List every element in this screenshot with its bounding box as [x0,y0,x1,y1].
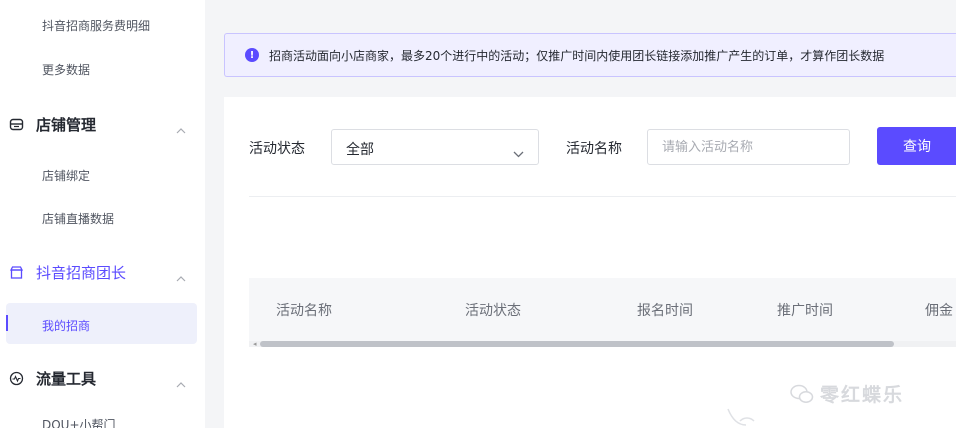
watermark: 零红蝶乐 [790,380,904,407]
sidebar-group-label: 抖音招商团长 [36,263,127,282]
sidebar-group-store-management[interactable]: 店铺管理 [6,110,196,138]
sidebar-item-service-fee-detail[interactable]: 抖音招商服务费明细 [42,17,150,34]
sidebar-item-store-live-data[interactable]: 店铺直播数据 [42,210,114,227]
sidebar-item-my-recruit-label: 我的招商 [42,319,91,333]
pulse-icon [8,370,24,386]
sidebar-group-label: 流量工具 [36,369,97,388]
scroll-left-icon[interactable]: ◂ [253,341,257,348]
sidebar-group-traffic-tools[interactable]: 流量工具 [6,364,196,392]
store-icon [8,116,24,132]
sidebar-item-more-data[interactable]: 更多数据 [42,61,90,78]
sidebar-item-dou-plus[interactable]: DOU+小帮门 [42,416,116,428]
status-filter-label: 活动状态 [249,141,305,157]
activity-name-input[interactable] [647,129,850,165]
shop-window-icon [8,264,24,280]
sidebar-group-douyin-recruit-leader[interactable]: 抖音招商团长 [6,258,196,286]
page: 抖音招商服务费明细 更多数据 店铺管理 店铺绑定 店铺直播数据 抖音招商团长 我… [0,0,956,428]
notice-banner: ! 招商活动面向小店商家，最多20个进行中的活动；仅推广时间内使用团长链接添加推… [224,33,956,77]
active-indicator [6,315,8,331]
info-icon: ! [245,48,259,62]
status-select-value: 全部 [346,142,374,158]
name-filter-label: 活动名称 [566,141,622,157]
chevron-up-icon [176,267,186,286]
chevron-up-icon [176,373,186,392]
column-header: 佣金 [925,303,953,319]
column-header: 报名时间 [637,303,693,319]
chevron-up-icon [176,119,186,138]
notice-text: 招商活动面向小店商家，最多20个进行中的活动；仅推广时间内使用团长链接添加推广产… [269,48,885,63]
sidebar-item-store-binding[interactable]: 店铺绑定 [42,167,90,184]
sidebar: 抖音招商服务费明细 更多数据 店铺管理 店铺绑定 店铺直播数据 抖音招商团长 我… [0,0,205,428]
wechat-icon [790,384,814,403]
sidebar-group-label: 店铺管理 [36,115,97,134]
watermark-text: 零红蝶乐 [820,384,905,406]
empty-state-illustration [727,408,755,426]
table-header [249,278,956,342]
sidebar-item-my-recruit[interactable] [6,303,197,344]
column-header: 推广时间 [777,303,833,319]
query-button[interactable]: 查询 [877,127,956,165]
chevron-down-icon [513,143,524,162]
status-select[interactable]: 全部 [331,129,539,165]
scrollbar-thumb[interactable] [260,341,894,347]
column-header: 活动名称 [276,303,332,319]
divider [249,196,956,197]
column-header: 活动状态 [465,303,521,319]
